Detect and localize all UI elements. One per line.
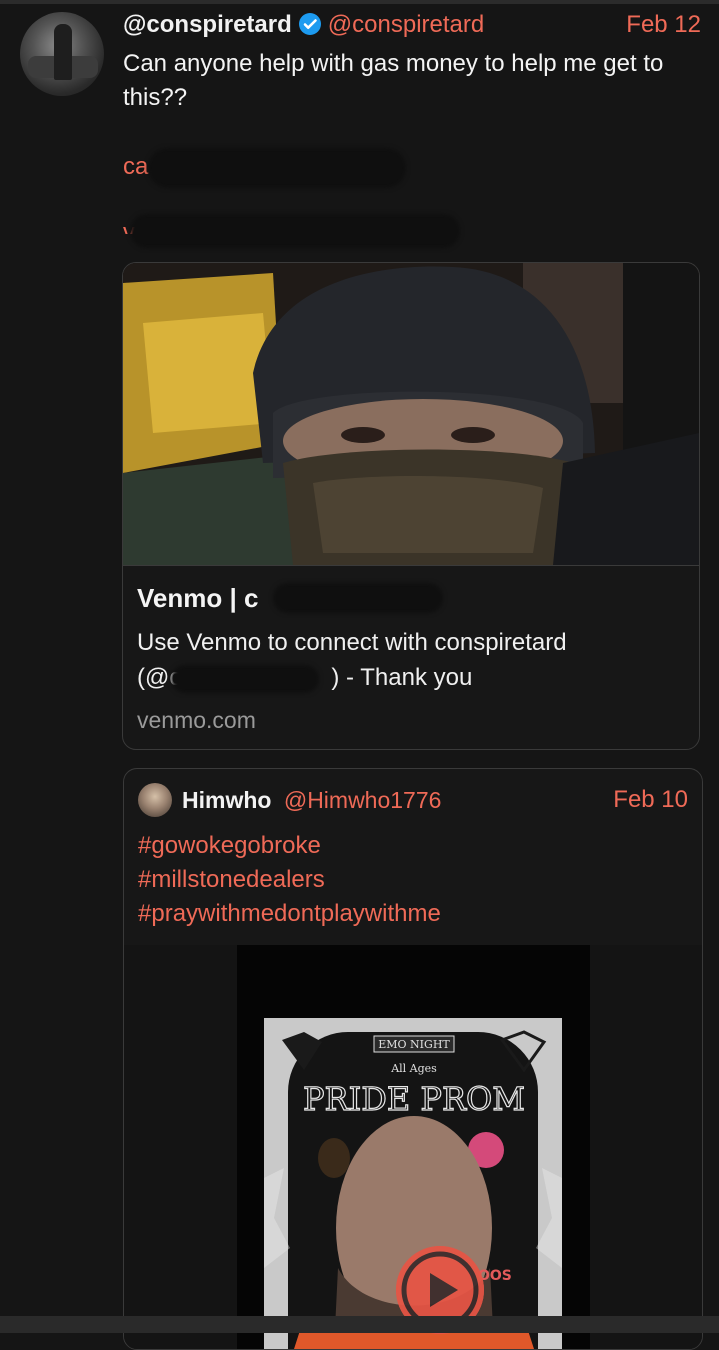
redacted-text-visible-1: ca: [123, 153, 149, 180]
link-card-title: Venmo | c: [137, 583, 259, 613]
link-card-domain: venmo.com: [137, 707, 256, 733]
pride-prom-poster: EMO NIGHT All Ages PRIDE PROM OOS: [264, 1018, 562, 1349]
redacted-line-1: ca: [123, 152, 148, 182]
redaction-scribble-2: [130, 214, 460, 248]
link-card-description-end: ) - Thank you: [331, 664, 473, 691]
hashtag-link[interactable]: #gowokegobroke: [138, 829, 441, 863]
post-text: Can anyone help with gas money to help m…: [123, 50, 664, 111]
card-divider: [123, 565, 699, 566]
post-date[interactable]: Feb 12: [626, 10, 701, 40]
redaction-scribble-1: [148, 148, 406, 188]
author-handle[interactable]: @conspiretard: [328, 11, 484, 38]
quoted-display-name[interactable]: Himwho: [182, 787, 271, 813]
post: @conspiretard @conspiretard Feb 12 Can a…: [0, 0, 719, 1350]
hashtag-link[interactable]: #praywithmedontplaywithme: [138, 897, 441, 931]
bottom-bar: [0, 1316, 719, 1333]
quoted-handle[interactable]: @Himwho1776: [284, 787, 442, 813]
quoted-video[interactable]: EMO NIGHT All Ages PRIDE PROM OOS: [124, 945, 702, 1349]
masked-person-photo: [123, 263, 699, 565]
video-frame[interactable]: EMO NIGHT All Ages PRIDE PROM OOS: [237, 945, 590, 1349]
avatar-figure: [54, 24, 72, 80]
quoted-hashtags: #gowokegobroke #millstonedealers #praywi…: [138, 829, 441, 931]
quoted-author-avatar[interactable]: [138, 783, 172, 817]
author-avatar[interactable]: [20, 12, 104, 96]
hashtag-link[interactable]: #millstonedealers: [138, 863, 441, 897]
top-divider: [0, 0, 719, 4]
link-preview-card[interactable]: Venmo | c Use Venmo to connect with cons…: [122, 262, 700, 750]
redaction-scribble-3: [273, 583, 443, 613]
poster-ages-text: All Ages: [390, 1062, 437, 1075]
post-header: @conspiretard @conspiretard: [123, 10, 703, 40]
poster-top-text: EMO NIGHT: [378, 1038, 450, 1051]
quoted-post[interactable]: Himwho @Himwho1776 Feb 10 #gowokegobroke…: [123, 768, 703, 1350]
poster-title-text: PRIDE PROM: [303, 1080, 525, 1118]
author-display-name[interactable]: @conspiretard: [123, 11, 292, 38]
verified-badge-icon: [298, 13, 321, 35]
link-preview-image[interactable]: [123, 263, 699, 565]
quoted-post-header: Himwho @Himwho1776: [182, 785, 441, 815]
quoted-post-date[interactable]: Feb 10: [613, 785, 688, 815]
redaction-scribble-4: [171, 665, 319, 693]
link-card-description-line1: Use Venmo to connect with conspiretard: [137, 629, 567, 656]
